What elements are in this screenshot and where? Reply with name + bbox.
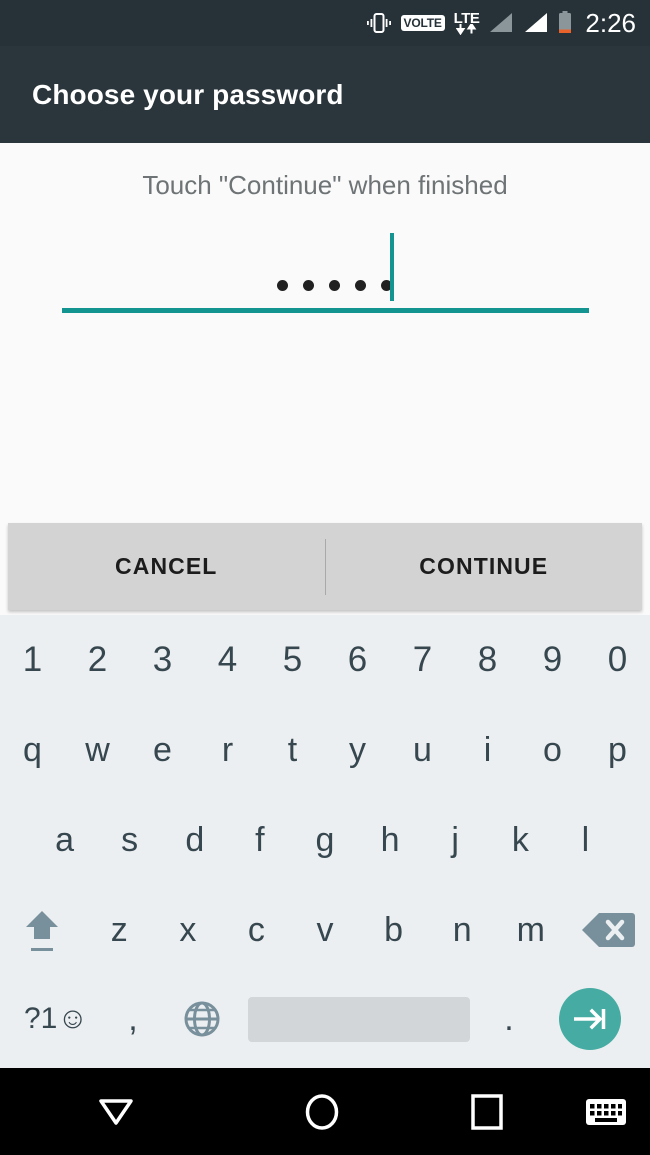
- key-o[interactable]: o: [520, 705, 585, 795]
- key-comma[interactable]: ,: [102, 975, 164, 1063]
- key-6[interactable]: 6: [325, 615, 390, 705]
- keyboard-icon[interactable]: [562, 1096, 650, 1128]
- spacebar[interactable]: [240, 975, 478, 1063]
- key-period[interactable]: .: [478, 975, 540, 1063]
- key-j[interactable]: j: [423, 795, 488, 885]
- keyboard-row-digits: 1 2 3 4 5 6 7 8 9 0: [0, 615, 650, 705]
- signal-bars-sim2-icon: [523, 12, 549, 34]
- key-1[interactable]: 1: [0, 615, 65, 705]
- instruction-text: Touch "Continue" when finished: [142, 170, 508, 200]
- next-field-icon[interactable]: [540, 975, 640, 1063]
- password-masked-dots: [277, 280, 392, 291]
- password-dot: [303, 280, 314, 291]
- home-icon[interactable]: [232, 1093, 412, 1131]
- page-title: Choose your password: [32, 79, 344, 110]
- android-screen: VOLTE LTE 2:26 Choose your password Touc…: [0, 0, 650, 1155]
- key-p[interactable]: p: [585, 705, 650, 795]
- key-x[interactable]: x: [154, 885, 223, 975]
- password-dot: [277, 280, 288, 291]
- cancel-button[interactable]: CANCEL: [8, 523, 325, 610]
- key-3[interactable]: 3: [130, 615, 195, 705]
- app-header: Choose your password: [0, 46, 650, 143]
- key-i[interactable]: i: [455, 705, 520, 795]
- key-d[interactable]: d: [162, 795, 227, 885]
- password-dot: [355, 280, 366, 291]
- key-5[interactable]: 5: [260, 615, 325, 705]
- key-g[interactable]: g: [292, 795, 357, 885]
- keyboard-row-home: a s d f g h j k l: [0, 795, 650, 885]
- input-underline: [62, 308, 589, 313]
- key-a[interactable]: a: [32, 795, 97, 885]
- key-t[interactable]: t: [260, 705, 325, 795]
- recents-icon[interactable]: [412, 1093, 562, 1130]
- key-y[interactable]: y: [325, 705, 390, 795]
- key-m[interactable]: m: [496, 885, 565, 975]
- key-f[interactable]: f: [227, 795, 292, 885]
- key-w[interactable]: w: [65, 705, 130, 795]
- key-7[interactable]: 7: [390, 615, 455, 705]
- key-e[interactable]: e: [130, 705, 195, 795]
- key-4[interactable]: 4: [195, 615, 260, 705]
- backspace-icon[interactable]: [565, 885, 650, 975]
- key-n[interactable]: n: [428, 885, 497, 975]
- battery-icon: [558, 11, 572, 35]
- key-9[interactable]: 9: [520, 615, 585, 705]
- key-0[interactable]: 0: [585, 615, 650, 705]
- spacebar-surface: [248, 996, 470, 1042]
- shift-state-bar: [31, 948, 54, 951]
- status-bar: VOLTE LTE 2:26: [0, 0, 650, 46]
- content-area: Touch "Continue" when finished: [0, 143, 650, 523]
- globe-icon[interactable]: [164, 975, 240, 1063]
- text-caret: [390, 233, 394, 301]
- volte-label: VOLTE: [400, 14, 445, 32]
- back-down-icon[interactable]: [0, 1095, 232, 1129]
- key-q[interactable]: q: [0, 705, 65, 795]
- password-input[interactable]: [62, 233, 589, 313]
- volte-badge: VOLTE: [400, 14, 445, 32]
- key-l[interactable]: l: [553, 795, 618, 885]
- key-r[interactable]: r: [195, 705, 260, 795]
- key-b[interactable]: b: [359, 885, 428, 975]
- key-k[interactable]: k: [488, 795, 553, 885]
- key-h[interactable]: h: [358, 795, 423, 885]
- action-button-bar: CANCEL CONTINUE: [8, 523, 642, 610]
- continue-button[interactable]: CONTINUE: [326, 523, 643, 610]
- data-arrows-icon: [455, 24, 478, 35]
- on-screen-keyboard: 1 2 3 4 5 6 7 8 9 0 q w e r t y u i o p …: [0, 615, 650, 1068]
- key-v[interactable]: v: [291, 885, 360, 975]
- navigation-bar: [0, 1068, 650, 1155]
- key-s[interactable]: s: [97, 795, 162, 885]
- symbols-key[interactable]: ?1☺: [10, 975, 102, 1063]
- lte-data-icon: LTE: [454, 11, 480, 35]
- signal-bars-sim1-icon: [488, 12, 514, 34]
- keyboard-row-qwerty: q w e r t y u i o p: [0, 705, 650, 795]
- key-2[interactable]: 2: [65, 615, 130, 705]
- keyboard-row-bottom-letters: z x c v b n m: [0, 885, 650, 975]
- key-u[interactable]: u: [390, 705, 455, 795]
- key-8[interactable]: 8: [455, 615, 520, 705]
- vibrate-icon: [366, 12, 392, 34]
- key-z[interactable]: z: [85, 885, 154, 975]
- status-clock: 2:26: [585, 7, 636, 38]
- shift-icon[interactable]: [0, 885, 85, 975]
- password-dot: [329, 280, 340, 291]
- keyboard-row-function: ?1☺ , .: [0, 975, 650, 1063]
- key-c[interactable]: c: [222, 885, 291, 975]
